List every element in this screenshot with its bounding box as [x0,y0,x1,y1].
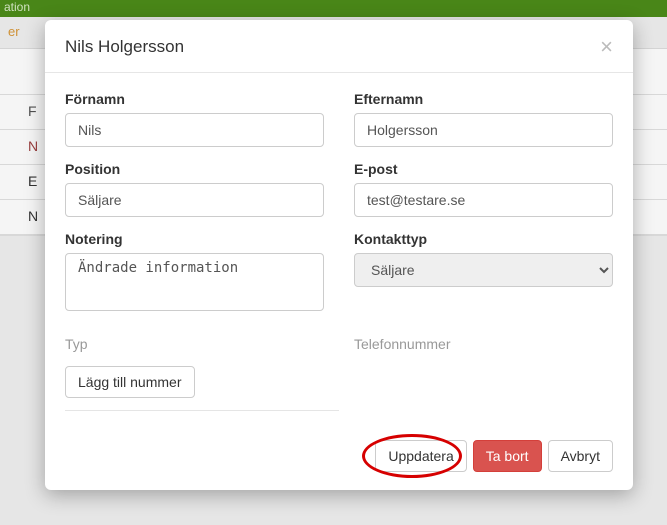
fornamn-input[interactable] [65,113,324,147]
phone-number-header: Telefonnummer [354,336,613,352]
position-input[interactable] [65,183,324,217]
efternamn-label: Efternamn [354,91,613,107]
modal-header: Nils Holgersson × [45,20,633,73]
epost-label: E-post [354,161,613,177]
kontakttyp-label: Kontakttyp [354,231,613,247]
epost-input[interactable] [354,183,613,217]
efternamn-input[interactable] [354,113,613,147]
cancel-button[interactable]: Avbryt [548,440,613,472]
notering-label: Notering [65,231,324,247]
update-button[interactable]: Uppdatera [375,440,466,472]
kontakttyp-select[interactable]: Säljare [354,253,613,287]
divider [65,410,339,411]
position-label: Position [65,161,324,177]
modal-body: Förnamn Efternamn Position E-post Noteri… [45,73,633,426]
notering-input[interactable]: Ändrade information [65,253,324,311]
modal-title: Nils Holgersson [65,37,184,57]
close-icon[interactable]: × [600,36,613,58]
edit-contact-modal: Nils Holgersson × Förnamn Efternamn Posi… [45,20,633,490]
delete-button[interactable]: Ta bort [473,440,542,472]
modal-footer: Uppdatera Ta bort Avbryt [45,426,633,490]
phone-type-header: Typ [65,336,324,352]
add-phone-button[interactable]: Lägg till nummer [65,366,195,398]
fornamn-label: Förnamn [65,91,324,107]
